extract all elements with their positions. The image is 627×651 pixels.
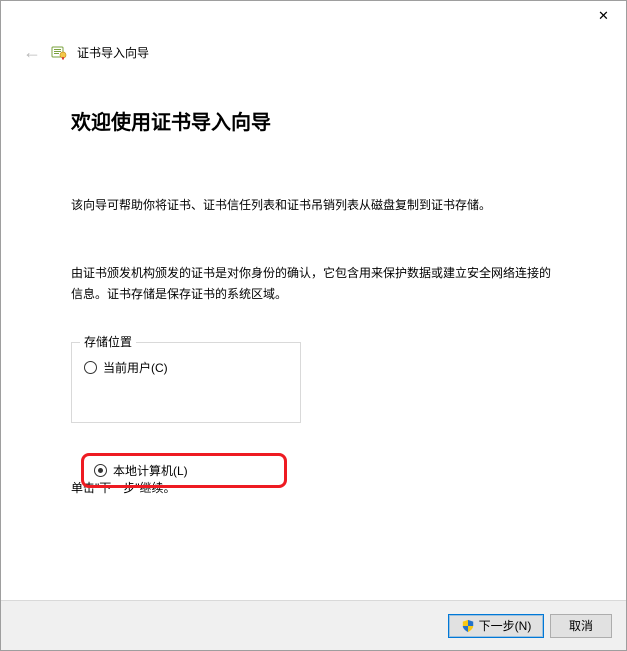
cancel-button-label: 取消: [569, 617, 593, 634]
header-row: ← 证书导入向导: [1, 31, 626, 61]
next-button-label: 下一步(N): [479, 617, 532, 634]
wizard-window: ✕ ← 证书导入向导 欢迎使用证书导入向导 该向导可帮助你将证书、证书信任列表和…: [0, 0, 627, 651]
store-location-group: 存储位置 当前用户(C): [71, 342, 301, 423]
close-button[interactable]: ✕: [581, 1, 626, 30]
page-heading: 欢迎使用证书导入向导: [71, 106, 558, 135]
wizard-title: 证书导入向导: [77, 44, 149, 61]
radio-label: 本地计算机(L): [113, 462, 188, 479]
description-2: 由证书颁发机构颁发的证书是对你身份的确认，它包含用来保护数据或建立安全网络连接的…: [71, 263, 558, 304]
description-1: 该向导可帮助你将证书、证书信任列表和证书吊销列表从磁盘复制到证书存储。: [71, 195, 558, 215]
radio-indicator: [84, 361, 97, 374]
radio-indicator: [94, 464, 107, 477]
highlight-annotation: 本地计算机(L): [81, 453, 287, 488]
store-location-legend: 存储位置: [80, 333, 136, 350]
certificate-wizard-icon: [51, 44, 67, 60]
radio-label: 当前用户(C): [103, 359, 168, 376]
next-button[interactable]: 下一步(N): [448, 614, 544, 638]
radio-current-user[interactable]: 当前用户(C): [84, 359, 288, 376]
radio-local-machine[interactable]: 本地计算机(L): [94, 462, 274, 479]
footer: 下一步(N) 取消: [1, 600, 626, 650]
title-bar: ✕: [1, 1, 626, 31]
close-icon: ✕: [598, 9, 609, 22]
uac-shield-icon: [461, 619, 475, 633]
back-arrow-icon: ←: [23, 43, 41, 61]
cancel-button[interactable]: 取消: [550, 614, 612, 638]
wizard-body: 欢迎使用证书导入向导 该向导可帮助你将证书、证书信任列表和证书吊销列表从磁盘复制…: [1, 61, 626, 600]
